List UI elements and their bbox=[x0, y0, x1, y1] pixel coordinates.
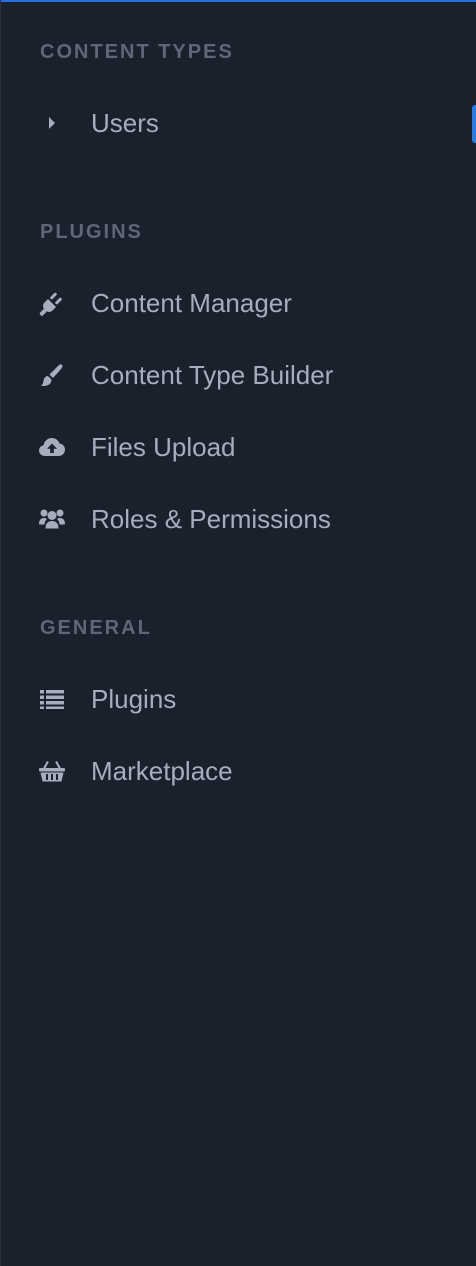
active-item-indicator bbox=[472, 105, 476, 143]
sidebar-item-users[interactable]: Users bbox=[0, 95, 476, 151]
sidebar-item-label: Plugins bbox=[91, 684, 177, 714]
sidebar-item-label: Marketplace bbox=[91, 756, 233, 786]
left-sidebar: CONTENT TYPES Users PLUGINS Content Mana… bbox=[0, 0, 476, 1266]
sidebar-item-files-upload[interactable]: Files Upload bbox=[0, 419, 476, 475]
shopping-basket-icon bbox=[38, 757, 66, 785]
sidebar-item-content-type-builder[interactable]: Content Type Builder bbox=[0, 347, 476, 403]
sidebar-item-label: Roles & Permissions bbox=[91, 504, 331, 534]
sidebar-item-roles-permissions[interactable]: Roles & Permissions bbox=[0, 491, 476, 547]
list-icon bbox=[38, 685, 66, 713]
sidebar-item-label: Content Manager bbox=[91, 288, 292, 318]
users-icon bbox=[38, 505, 66, 533]
plug-icon bbox=[38, 289, 66, 317]
cloud-upload-icon bbox=[38, 433, 66, 461]
sidebar-item-content-manager[interactable]: Content Manager bbox=[0, 275, 476, 331]
sidebar-item-label: Content Type Builder bbox=[91, 360, 334, 390]
section-title-general: GENERAL bbox=[40, 617, 152, 639]
section-title-plugins: PLUGINS bbox=[40, 221, 143, 243]
sidebar-item-label: Users bbox=[91, 108, 159, 138]
sidebar-item-plugins[interactable]: Plugins bbox=[0, 671, 476, 727]
paint-brush-icon bbox=[38, 361, 66, 389]
section-title-content-types: CONTENT TYPES bbox=[40, 41, 234, 63]
caret-right-icon bbox=[38, 109, 66, 137]
sidebar-item-label: Files Upload bbox=[91, 432, 236, 462]
sidebar-item-marketplace[interactable]: Marketplace bbox=[0, 743, 476, 799]
